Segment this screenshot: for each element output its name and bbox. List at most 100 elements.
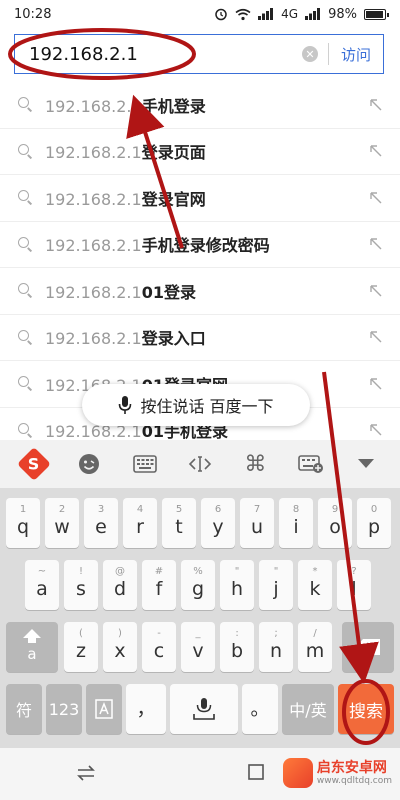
suggestion-text: 192.168.2.1登录官网 — [45, 186, 206, 210]
watermark-url: www.qdltdq.com — [316, 776, 392, 786]
suggestion-prefix: 192.168.2.1 — [45, 282, 142, 302]
cursor-move-icon[interactable] — [185, 449, 215, 479]
search-icon — [18, 143, 33, 159]
language-switch-button[interactable]: 中/英 — [282, 684, 334, 734]
suggestion-text: 192.168.2.1登录页面 — [45, 139, 206, 163]
key-l[interactable]: ? l — [337, 560, 371, 610]
key-main-label: i — [293, 516, 299, 538]
suggestion-item[interactable]: 192.168.2.1登录入口 — [0, 315, 400, 361]
key-d[interactable]: @ d — [103, 560, 137, 610]
address-input[interactable] — [29, 43, 302, 65]
key-sub-label: 1 — [19, 504, 27, 515]
period-key[interactable]: 。 — [242, 684, 278, 734]
search-key[interactable]: 搜索 — [338, 684, 394, 734]
key-g[interactable]: % g — [181, 560, 215, 610]
switch-icon[interactable] — [76, 762, 96, 786]
key-s[interactable]: ! s — [64, 560, 98, 610]
voice-search-button[interactable]: 按住说话 百度一下 — [82, 384, 310, 426]
key-f[interactable]: # f — [142, 560, 176, 610]
address-bar: ✕ 访问 — [14, 34, 384, 74]
fill-suggestion-icon[interactable] — [368, 143, 384, 159]
home-icon[interactable] — [247, 762, 265, 786]
key-x[interactable]: ) x — [103, 622, 137, 672]
key-e[interactable]: 3e — [84, 498, 118, 548]
text-mode-button[interactable] — [86, 684, 122, 734]
key-t[interactable]: 5t — [162, 498, 196, 548]
key-q[interactable]: 1q — [6, 498, 40, 548]
fill-suggestion-icon[interactable] — [368, 283, 384, 299]
key-k[interactable]: * k — [298, 560, 332, 610]
key-w[interactable]: 2w — [45, 498, 79, 548]
watermark: 启东安卓网 www.qdltdq.com — [282, 758, 392, 788]
suggestion-prefix: 192.168.2.1 — [45, 96, 142, 116]
fill-suggestion-icon[interactable] — [368, 236, 384, 252]
key-j[interactable]: " j — [259, 560, 293, 610]
suggestion-text: 192.168.2.1手机登录修改密码 — [45, 232, 270, 256]
key-r[interactable]: 4r — [123, 498, 157, 548]
key-u[interactable]: 7u — [240, 498, 274, 548]
suggestion-item[interactable]: 192.168.2.1登录官网 — [0, 175, 400, 222]
wifi-icon — [235, 8, 251, 21]
suggestion-item[interactable]: 192.168.2.1手机登录修改密码 — [0, 222, 400, 268]
symbol-label: 符 — [15, 701, 32, 720]
suggestion-text: 192.168.2.101登录 — [45, 279, 196, 303]
number-button[interactable]: 123 — [46, 684, 82, 734]
key-sub-label: ~ — [37, 566, 47, 577]
key-m[interactable]: / m — [298, 622, 332, 672]
backspace-button[interactable] — [342, 622, 394, 672]
key-sub-label: 0 — [370, 504, 378, 515]
key-o[interactable]: 9o — [318, 498, 352, 548]
key-h[interactable]: " h — [220, 560, 254, 610]
number-label: 123 — [48, 699, 80, 719]
symbol-button[interactable]: 符 — [6, 684, 42, 734]
key-main-label: m — [305, 640, 325, 662]
key-n[interactable]: ; n — [259, 622, 293, 672]
key-b[interactable]: :b — [220, 622, 254, 672]
key-y[interactable]: 6y — [201, 498, 235, 548]
period-label: 。 — [250, 698, 270, 720]
shift-button[interactable]: a — [6, 622, 58, 672]
key-i[interactable]: 8i — [279, 498, 313, 548]
key-sub-label: * — [312, 566, 318, 577]
visit-button[interactable]: 访问 — [329, 44, 383, 65]
comma-key[interactable]: ， — [126, 684, 166, 734]
keyboard-settings-icon[interactable] — [296, 449, 326, 479]
suggestion-prefix: 192.168.2.1 — [45, 236, 142, 256]
suggestion-item[interactable]: 192.168.2.1登录页面 — [0, 129, 400, 175]
key-c[interactable]: -c — [142, 622, 176, 672]
suggestion-rest: 登录官网 — [141, 189, 206, 209]
fill-suggestion-icon[interactable] — [368, 329, 384, 345]
shift-label: a — [27, 645, 37, 663]
fill-suggestion-icon[interactable] — [368, 376, 384, 392]
fill-suggestion-icon[interactable] — [368, 422, 384, 438]
key-main-label: s — [76, 578, 86, 600]
space-voice-key[interactable] — [170, 684, 238, 734]
watermark-name: 启东安卓网 — [316, 760, 387, 776]
key-main-label: l — [351, 578, 357, 600]
fill-suggestion-icon[interactable] — [368, 97, 384, 113]
network-label: 4G — [281, 7, 299, 21]
key-main-label: u — [250, 516, 264, 538]
key-main-label: f — [155, 578, 163, 600]
key-z[interactable]: (z — [64, 622, 98, 672]
collapse-keyboard-icon[interactable] — [351, 449, 381, 479]
command-icon[interactable]: ⌘ — [240, 449, 270, 479]
key-main-label: y — [212, 516, 224, 538]
sogou-logo-icon[interactable]: S — [16, 447, 51, 481]
key-sub-label: : — [235, 628, 239, 639]
search-icon — [18, 190, 33, 206]
key-a[interactable]: ~ a — [25, 560, 59, 610]
language-label: 中/英 — [289, 701, 327, 720]
keyboard-icon[interactable] — [130, 449, 160, 479]
emoji-icon[interactable] — [74, 449, 104, 479]
suggestion-item[interactable]: 192.168.2.1手机登录 — [0, 82, 400, 129]
fill-suggestion-icon[interactable] — [368, 190, 384, 206]
key-p[interactable]: 0p — [357, 498, 391, 548]
key-main-label: c — [153, 640, 165, 662]
key-sub-label: ; — [274, 628, 278, 639]
search-icon — [18, 422, 33, 438]
keyboard: 1 q 2 w 3 e 4 r 5 t 6 y 7 u 8 i 9 o 0 p ~ a! s @ d # f% g " h " j * k? l a (… — [0, 488, 400, 748]
clear-icon[interactable]: ✕ — [302, 46, 318, 62]
suggestion-item[interactable]: 192.168.2.101登录 — [0, 268, 400, 315]
key-v[interactable]: _ v — [181, 622, 215, 672]
